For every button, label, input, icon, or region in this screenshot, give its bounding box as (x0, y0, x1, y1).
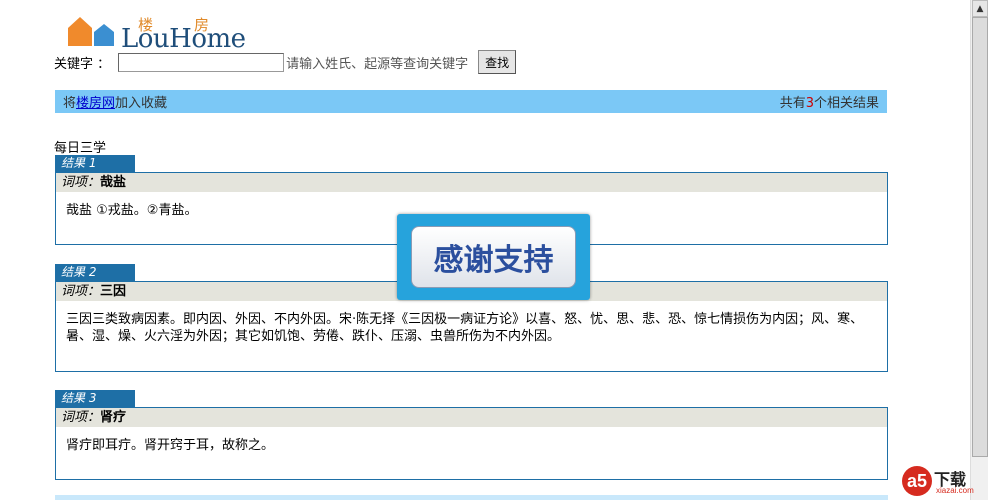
result-block: 结果 3 词项：肾疗 肾疔即耳疔。肾开窍于耳，故称之。 (55, 390, 888, 480)
term-prefix: 词项： (61, 284, 101, 299)
watermark: a5 下载 xiazai.com (902, 464, 974, 498)
bookmark-link[interactable]: 楼房网 (76, 96, 115, 111)
result-count-prefix: 共有 (779, 96, 806, 111)
watermark-logo-icon: a5 (902, 466, 932, 496)
vertical-scrollbar[interactable]: ▲ (970, 0, 988, 500)
logo[interactable]: 楼 房 LouHome (66, 14, 256, 54)
search-button[interactable]: 查找 (478, 50, 517, 74)
section-title: 每日三学 (54, 141, 107, 156)
bookmark-prefix: 将 (63, 96, 77, 111)
keyword-label: 关键字 ： (54, 56, 111, 72)
result-count-number: 3 (805, 96, 814, 111)
keyword-input[interactable] (118, 52, 285, 72)
scroll-up-arrow-icon[interactable]: ▲ (972, 0, 988, 17)
result-count: 共有3个相关结果 (780, 92, 879, 111)
thanks-overlay: 感谢支持 (397, 214, 590, 300)
result-tab: 结果 1 (55, 155, 135, 172)
result-box: 词项：肾疗 肾疔即耳疔。肾开窍于耳，故称之。 (55, 407, 888, 480)
term-prefix: 词项： (61, 410, 101, 425)
term-title: 三因 (100, 284, 127, 299)
result-body: 肾疔即耳疔。肾开窍于耳，故称之。 (66, 438, 275, 453)
scrollbar-thumb[interactable] (972, 17, 988, 457)
watermark-subtext: xiazai.com (936, 486, 974, 495)
result-count-suffix: 个相关结果 (813, 96, 879, 111)
bookmark-suffix: 加入收藏 (115, 96, 168, 111)
bookmark-text: 将楼房网加入收藏 (63, 92, 167, 111)
result-head: 词项：肾疗 (56, 408, 887, 427)
result-tab: 结果 3 (55, 390, 135, 407)
term-title: 哉盐 (100, 175, 127, 190)
result-head: 词项：哉盐 (56, 173, 887, 192)
result-tab: 结果 2 (55, 264, 135, 281)
bottom-bar (55, 495, 888, 500)
search-hint: 请输入姓氏、起源等查询关键字 (286, 56, 469, 72)
logo-houses-icon (68, 17, 114, 46)
result-body: 三因三类致病因素。即内因、外因、不内外因。宋·陈无择《三因极一病证方论》以喜、怒… (66, 312, 864, 344)
thanks-overlay-text: 感谢支持 (411, 226, 576, 288)
term-title: 肾疗 (100, 410, 127, 425)
info-bar: 将楼房网加入收藏 共有3个相关结果 (55, 90, 887, 113)
term-prefix: 词项： (61, 175, 101, 190)
search-bar: 关键字 ： 请输入姓氏、起源等查询关键字 查找 (54, 50, 517, 74)
